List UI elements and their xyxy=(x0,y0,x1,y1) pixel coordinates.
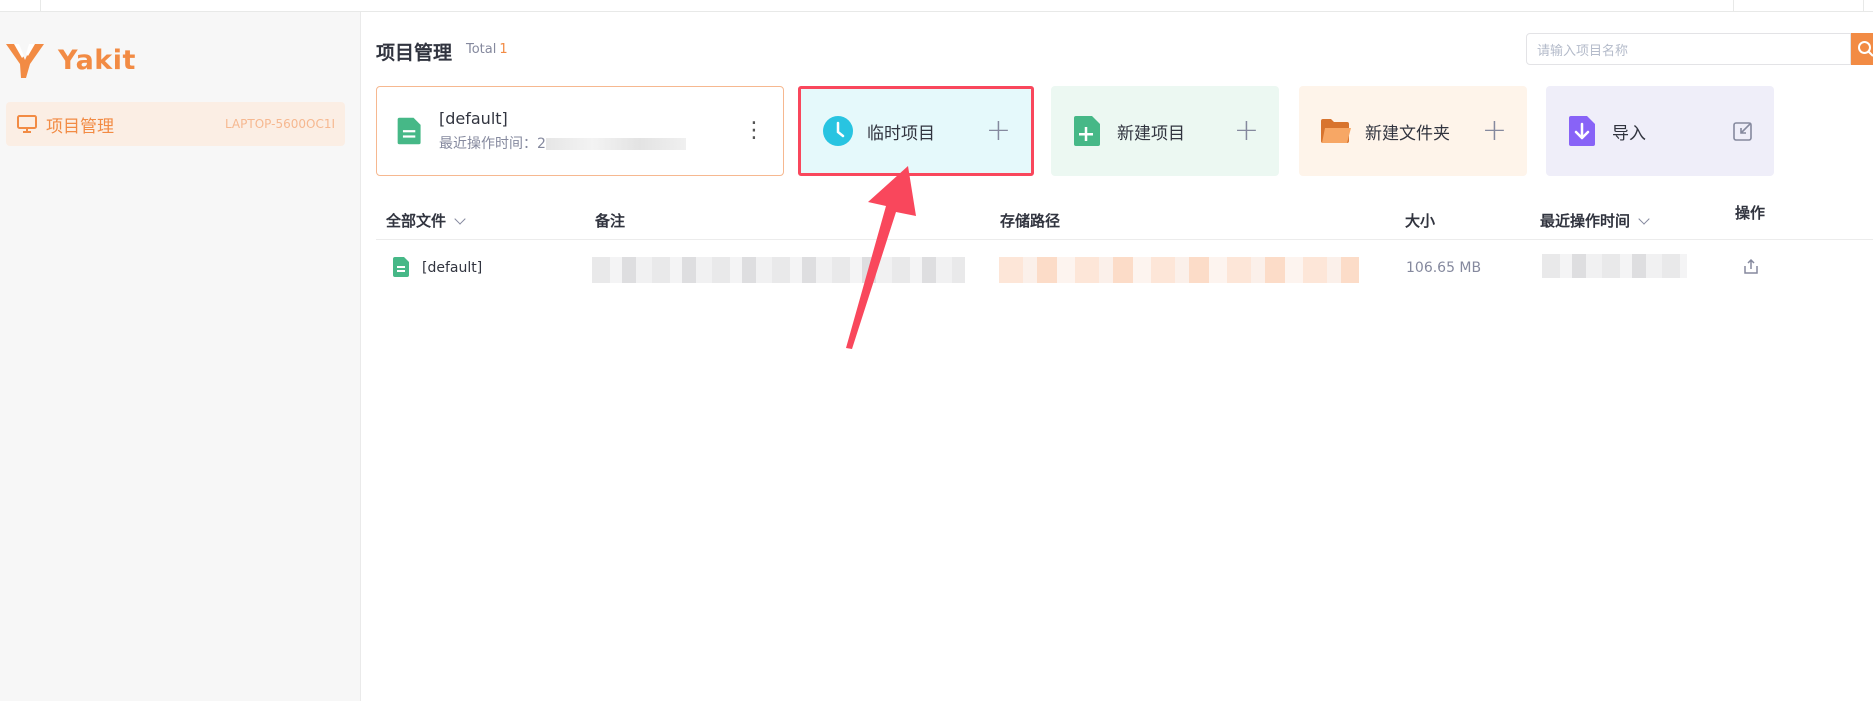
app-name: Yakit xyxy=(58,44,136,76)
edit-import-icon xyxy=(1733,122,1752,141)
file-add-icon xyxy=(1074,116,1100,146)
annotation-arrow xyxy=(846,166,916,349)
plus-icon: + xyxy=(1233,113,1259,148)
column-path: 存储路径 xyxy=(1000,212,1061,230)
total-count: Total 1 xyxy=(466,42,508,57)
top-bar-divider xyxy=(1733,0,1734,12)
temp-project-label: 临时项目 xyxy=(867,123,935,144)
column-action: 操作 xyxy=(1735,204,1766,222)
app-logo: Yakit xyxy=(4,40,136,80)
file-icon xyxy=(393,257,409,277)
import-label: 导入 xyxy=(1612,123,1646,144)
host-name: LAPTOP-5600OC1I xyxy=(224,117,335,131)
new-folder-card[interactable]: 新建文件夹 + xyxy=(1299,86,1527,176)
new-project-label: 新建项目 xyxy=(1117,123,1185,144)
sidebar-item-label: 项目管理 xyxy=(46,116,114,137)
export-icon[interactable] xyxy=(1742,258,1760,276)
search-icon xyxy=(1858,41,1873,57)
top-bar-divider xyxy=(1863,0,1864,12)
sidebar: Yakit 项目管理 LAPTOP-5600OC1I xyxy=(0,12,361,701)
last-operation-time: 最近操作时间：2 xyxy=(439,133,686,153)
chevron-down-icon xyxy=(1638,213,1650,225)
default-project-card[interactable]: [default] 最近操作时间：2 ⋮ xyxy=(376,86,784,176)
more-options-icon[interactable]: ⋮ xyxy=(743,120,765,142)
plus-icon: + xyxy=(1481,113,1507,148)
new-folder-label: 新建文件夹 xyxy=(1365,123,1450,144)
column-all-files[interactable]: 全部文件 xyxy=(386,210,466,231)
search-placeholder: 请输入项目名称 xyxy=(1537,43,1629,59)
top-bar xyxy=(0,0,1873,12)
clock-icon xyxy=(823,116,853,146)
yakit-logo-icon xyxy=(6,44,44,78)
monitor-icon xyxy=(17,115,37,133)
page-title: 项目管理 xyxy=(376,42,453,64)
blurred-path xyxy=(999,257,1359,283)
column-remark: 备注 xyxy=(595,212,626,230)
import-card[interactable]: 导入 xyxy=(1546,86,1774,176)
column-size: 大小 xyxy=(1405,212,1436,230)
new-project-card[interactable]: 新建项目 + xyxy=(1051,86,1279,176)
chevron-down-icon xyxy=(454,213,466,225)
blurred-last-time xyxy=(1542,254,1687,278)
total-number: 1 xyxy=(499,42,508,57)
row-name: [default] xyxy=(422,260,483,276)
plus-icon: + xyxy=(985,113,1011,148)
column-last-time[interactable]: 最近操作时间 xyxy=(1540,210,1650,231)
sidebar-item-project-management[interactable]: 项目管理 LAPTOP-5600OC1I xyxy=(6,102,345,146)
search-button[interactable] xyxy=(1851,33,1873,65)
search-input[interactable]: 请输入项目名称 xyxy=(1526,33,1851,65)
blurred-timestamp xyxy=(545,138,686,150)
table-row[interactable]: [default] 106.65 MB xyxy=(376,248,1873,292)
project-name: [default] xyxy=(439,109,508,128)
table-header: 全部文件 备注 存储路径 大小 最近操作时间 操作 xyxy=(376,200,1873,240)
top-bar-divider xyxy=(40,0,41,12)
folder-icon xyxy=(1321,119,1351,143)
row-size: 106.65 MB xyxy=(1406,260,1482,276)
file-icon xyxy=(397,117,421,145)
total-label: Total xyxy=(466,42,497,57)
import-file-icon xyxy=(1569,116,1595,146)
